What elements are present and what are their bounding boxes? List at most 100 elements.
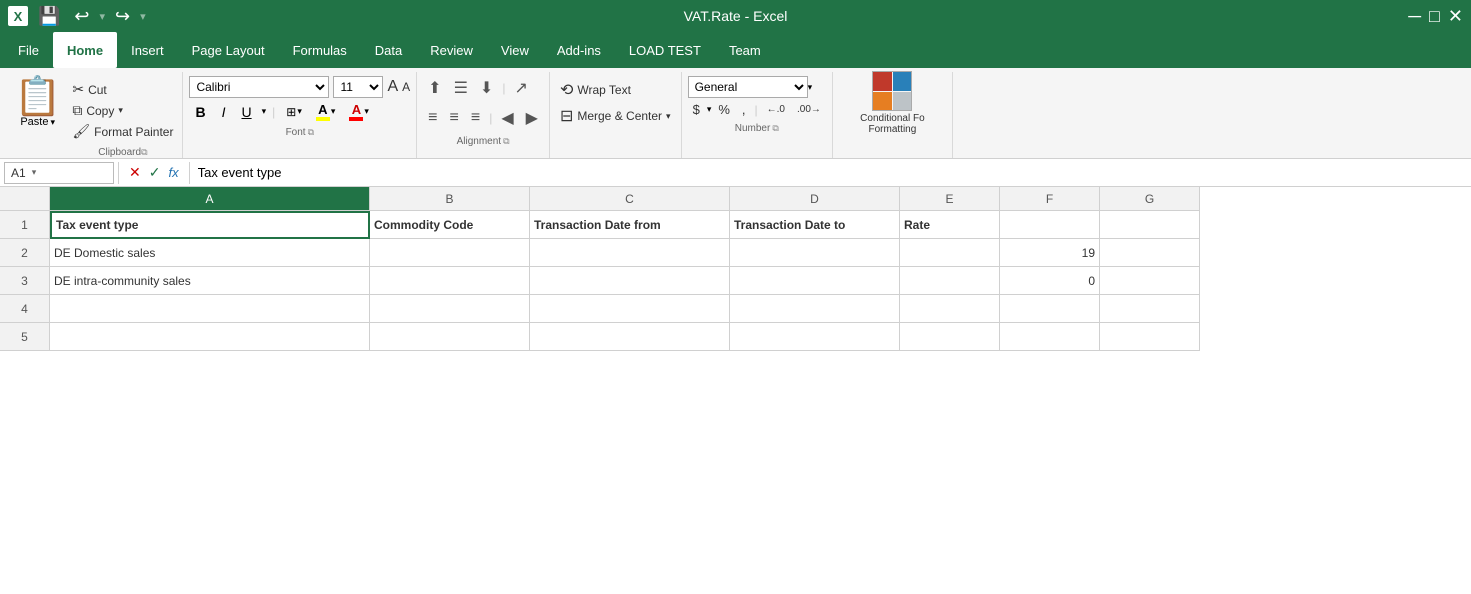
increase-font-size-icon[interactable]: A xyxy=(387,78,398,96)
col-header-e[interactable]: E xyxy=(900,187,1000,211)
col-header-a[interactable]: A xyxy=(50,187,370,211)
menu-insert[interactable]: Insert xyxy=(117,32,178,68)
cell-a5[interactable] xyxy=(50,323,370,351)
center-align-button[interactable]: ≡ xyxy=(445,107,464,129)
font-color-button[interactable]: A ▾ xyxy=(344,100,374,123)
col-header-b[interactable]: B xyxy=(370,187,530,211)
cell-f4[interactable] xyxy=(1000,295,1100,323)
cell-d5[interactable] xyxy=(730,323,900,351)
menu-file[interactable]: File xyxy=(4,32,53,68)
minimize-button[interactable]: ─ xyxy=(1408,6,1421,27)
left-align-button[interactable]: ≡ xyxy=(423,107,442,129)
cell-b3[interactable] xyxy=(370,267,530,295)
paste-arrow-icon[interactable]: ▾ xyxy=(50,117,55,128)
borders-arrow-icon[interactable]: ▾ xyxy=(297,106,302,117)
decrease-indent-button[interactable]: ◀ xyxy=(496,106,518,130)
cell-c4[interactable] xyxy=(530,295,730,323)
fill-color-button[interactable]: A ▾ xyxy=(311,100,341,123)
cell-b4[interactable] xyxy=(370,295,530,323)
menu-page-layout[interactable]: Page Layout xyxy=(178,32,279,68)
format-painter-button[interactable]: 🖌 Format Painter xyxy=(69,122,176,141)
cell-g1[interactable] xyxy=(1100,211,1200,239)
cell-f1[interactable] xyxy=(1000,211,1100,239)
cell-e5[interactable] xyxy=(900,323,1000,351)
col-header-g[interactable]: G xyxy=(1100,187,1200,211)
font-size-select[interactable]: 11 xyxy=(333,76,383,98)
conditional-formatting-button[interactable]: Conditional Fo Formatting xyxy=(860,71,924,135)
cell-d3[interactable] xyxy=(730,267,900,295)
dollar-button[interactable]: $ xyxy=(688,100,705,119)
cell-a3[interactable]: DE intra-community sales xyxy=(50,267,370,295)
cell-b5[interactable] xyxy=(370,323,530,351)
cell-e1[interactable]: Rate xyxy=(900,211,1000,239)
italic-button[interactable]: I xyxy=(216,102,232,122)
top-align-button[interactable]: ⬆ xyxy=(423,76,446,100)
underline-arrow-icon[interactable]: ▾ xyxy=(262,106,267,117)
cell-b1[interactable]: Commodity Code xyxy=(370,211,530,239)
cell-f5[interactable] xyxy=(1000,323,1100,351)
cell-f3[interactable]: 0 xyxy=(1000,267,1100,295)
borders-button[interactable]: ⊞ ▾ xyxy=(281,103,307,121)
alignment-expand[interactable]: ⧉ xyxy=(503,136,509,147)
middle-align-button[interactable]: ☰ xyxy=(449,76,473,100)
font-color-arrow[interactable]: ▾ xyxy=(364,106,369,117)
clipboard-expand[interactable]: ⧉ xyxy=(141,147,147,158)
wrap-text-button[interactable]: ⟲ Wrap Text xyxy=(556,78,675,102)
formula-cancel-icon[interactable]: ✕ xyxy=(129,164,141,181)
percent-button[interactable]: % xyxy=(713,100,735,119)
formula-confirm-icon[interactable]: ✓ xyxy=(149,164,161,181)
cell-g3[interactable] xyxy=(1100,267,1200,295)
cell-a2[interactable]: DE Domestic sales xyxy=(50,239,370,267)
cut-button[interactable]: ✂ Cut xyxy=(69,80,176,99)
row-header-4[interactable]: 4 xyxy=(0,295,50,323)
angle-text-button[interactable]: ↗ xyxy=(509,76,532,100)
right-align-button[interactable]: ≡ xyxy=(466,107,485,129)
copy-arrow-icon[interactable]: ▾ xyxy=(118,105,123,116)
cell-b2[interactable] xyxy=(370,239,530,267)
cell-g2[interactable] xyxy=(1100,239,1200,267)
undo-icon[interactable]: ↩ xyxy=(70,4,93,29)
menu-review[interactable]: Review xyxy=(416,32,487,68)
cell-ref-arrow[interactable]: ▾ xyxy=(32,167,41,178)
close-button[interactable]: ✕ xyxy=(1448,6,1463,27)
cell-c3[interactable] xyxy=(530,267,730,295)
number-format-arrow[interactable]: ▾ xyxy=(808,82,813,93)
col-header-d[interactable]: D xyxy=(730,187,900,211)
underline-button[interactable]: U xyxy=(235,102,257,122)
row-header-5[interactable]: 5 xyxy=(0,323,50,351)
decrease-decimal-button[interactable]: ←.0 xyxy=(762,102,790,117)
cell-c1[interactable]: Transaction Date from xyxy=(530,211,730,239)
increase-indent-button[interactable]: ▶ xyxy=(521,106,543,130)
menu-formulas[interactable]: Formulas xyxy=(279,32,361,68)
redo-icon[interactable]: ↪ xyxy=(111,4,134,29)
row-header-2[interactable]: 2 xyxy=(0,239,50,267)
menu-data[interactable]: Data xyxy=(361,32,416,68)
col-header-c[interactable]: C xyxy=(530,187,730,211)
save-icon[interactable]: 💾 xyxy=(34,4,64,29)
comma-button[interactable]: , xyxy=(737,100,751,119)
number-expand[interactable]: ⧉ xyxy=(772,123,778,134)
col-header-f[interactable]: F xyxy=(1000,187,1100,211)
paste-button[interactable]: 📋 Paste ▾ xyxy=(6,76,69,130)
cell-c2[interactable] xyxy=(530,239,730,267)
cell-a1[interactable]: Tax event type xyxy=(50,211,370,239)
cell-a4[interactable] xyxy=(50,295,370,323)
cell-e3[interactable] xyxy=(900,267,1000,295)
menu-view[interactable]: View xyxy=(487,32,543,68)
formula-input[interactable] xyxy=(194,165,1467,180)
cell-reference-box[interactable]: A1 ▾ xyxy=(4,162,114,184)
font-name-select[interactable]: Calibri xyxy=(189,76,329,98)
cell-d2[interactable] xyxy=(730,239,900,267)
menu-team[interactable]: Team xyxy=(715,32,775,68)
cell-e2[interactable] xyxy=(900,239,1000,267)
undo-arrow[interactable]: ▾ xyxy=(100,10,106,23)
cell-g4[interactable] xyxy=(1100,295,1200,323)
bottom-align-button[interactable]: ⬇ xyxy=(475,76,498,100)
customize-icon[interactable]: ▾ xyxy=(140,10,146,23)
dollar-arrow[interactable]: ▾ xyxy=(707,104,712,115)
increase-decimal-button[interactable]: .00→ xyxy=(792,102,826,117)
number-format-select[interactable]: General xyxy=(688,76,808,98)
menu-home[interactable]: Home xyxy=(53,32,117,68)
fill-color-arrow[interactable]: ▾ xyxy=(331,106,336,117)
row-header-3[interactable]: 3 xyxy=(0,267,50,295)
